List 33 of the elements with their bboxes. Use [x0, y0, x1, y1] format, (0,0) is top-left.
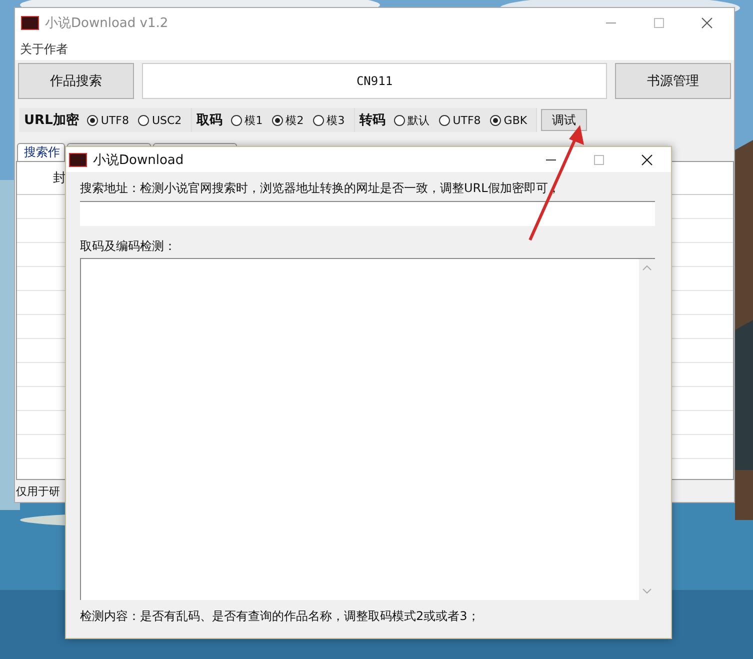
address-field[interactable]: [80, 201, 655, 226]
status-text: 仅用于研: [15, 484, 60, 500]
source-manage-button[interactable]: 书源管理: [615, 63, 731, 99]
radio-option[interactable]: UTF8: [438, 114, 481, 126]
search-button[interactable]: 作品搜索: [18, 63, 134, 99]
encoding-label: 取码及编码检测：: [80, 238, 177, 254]
maximize-icon[interactable]: [653, 17, 665, 29]
group-label: 取码: [196, 112, 223, 129]
menu-item[interactable]: 关于作者: [20, 40, 68, 58]
app-icon: [69, 152, 87, 166]
radio-option[interactable]: 模3: [312, 112, 345, 128]
scroll-up-icon[interactable]: [642, 265, 652, 271]
radio-option[interactable]: 模2: [272, 112, 304, 128]
group-label: URL加密: [24, 112, 79, 129]
column-header: 封: [53, 170, 66, 187]
radio-option[interactable]: 默认: [394, 112, 430, 128]
radio-option[interactable]: UTF8: [86, 114, 129, 126]
tab[interactable]: 搜索作: [17, 143, 65, 161]
window-title: 小说Download v1.2: [45, 15, 168, 32]
scroll-down-icon[interactable]: [642, 588, 652, 594]
encoding-text-area[interactable]: [80, 258, 655, 600]
app-icon: [21, 16, 39, 30]
debug-button[interactable]: 调试: [541, 109, 588, 131]
close-icon[interactable]: [701, 17, 713, 29]
radio-option[interactable]: 模1: [230, 112, 263, 128]
close-icon[interactable]: [641, 154, 653, 166]
footer-text: 检测内容：是否有乱码、是否有查询的作品名称，调整取码模式2或或者3；: [80, 608, 480, 624]
group-label: 转码: [360, 112, 386, 129]
window-title: 小说Download: [93, 152, 184, 168]
radio-option[interactable]: USC2: [138, 114, 182, 126]
search-field[interactable]: CN911: [142, 63, 607, 99]
maximize-icon[interactable]: [593, 154, 605, 166]
radio-option[interactable]: GBK: [490, 114, 528, 126]
